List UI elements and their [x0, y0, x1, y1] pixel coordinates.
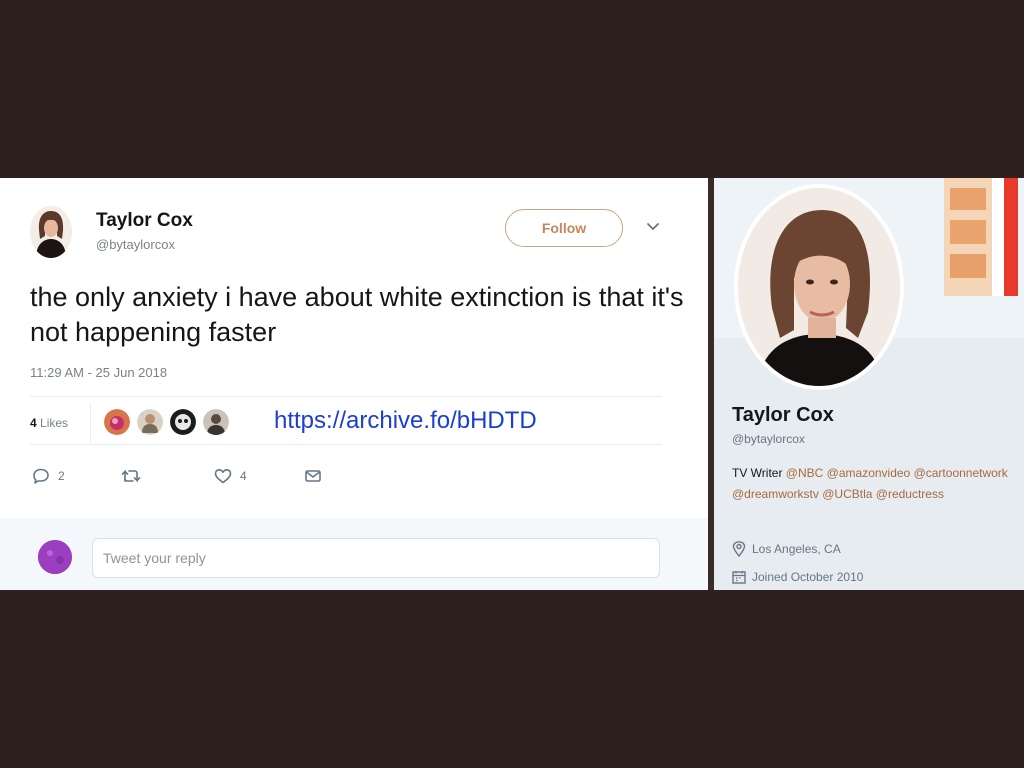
reply-icon — [33, 468, 49, 484]
author-avatar[interactable] — [30, 206, 72, 258]
tweet-card: Taylor Cox @bytaylorcox Follow the only … — [0, 178, 708, 590]
bio-text: TV Writer — [732, 466, 783, 480]
profile-location: Los Angeles, CA — [732, 541, 841, 557]
bio-mention[interactable]: @cartoonnetwork — [914, 466, 1008, 480]
envelope-icon — [305, 470, 321, 482]
profile-card: Taylor Cox @bytaylorcox TV Writer @NBC @… — [714, 178, 1024, 590]
likes-label: Likes — [40, 416, 69, 430]
liker-avatar[interactable] — [104, 409, 130, 435]
author-handle[interactable]: @bytaylorcox — [96, 237, 175, 252]
divider — [30, 396, 662, 397]
like-count: 4 — [240, 469, 247, 483]
tweet-timestamp[interactable]: 11:29 AM - 25 Jun 2018 — [30, 365, 167, 380]
location-text: Los Angeles, CA — [752, 542, 841, 556]
profile-name[interactable]: Taylor Cox — [732, 404, 834, 427]
profile-handle[interactable]: @bytaylorcox — [732, 432, 805, 446]
retweet-action[interactable] — [120, 468, 150, 484]
viewer-avatar[interactable] — [38, 540, 72, 574]
calendar-icon — [732, 571, 746, 584]
archive-link[interactable]: https://archive.fo/bHDTD — [274, 407, 537, 435]
stats-separator — [90, 404, 91, 442]
likes-stat[interactable]: 4 Likes — [30, 416, 68, 430]
heart-icon — [214, 469, 232, 484]
profile-joined: Joined October 2010 — [732, 570, 863, 584]
author-name[interactable]: Taylor Cox — [96, 210, 193, 232]
retweet-icon — [121, 469, 141, 483]
reply-action[interactable]: 2 — [32, 468, 65, 484]
bio-mention[interactable]: @dreamworkstv — [732, 487, 819, 501]
like-action[interactable]: 4 — [214, 468, 247, 484]
profile-bio: TV Writer @NBC @amazonvideo @cartoonnetw… — [732, 463, 1017, 505]
reply-count: 2 — [58, 469, 65, 483]
divider — [30, 444, 662, 445]
joined-text: Joined October 2010 — [752, 570, 864, 584]
message-action[interactable] — [304, 468, 322, 484]
bio-mention[interactable]: @amazonvideo — [827, 466, 911, 480]
reply-input[interactable] — [92, 538, 660, 578]
follow-button[interactable]: Follow — [505, 209, 623, 247]
bio-mention[interactable]: @UCBtla — [822, 487, 872, 501]
bio-mention[interactable]: @reductress — [876, 487, 944, 501]
chevron-down-icon[interactable] — [646, 222, 660, 232]
likers-avatars — [104, 409, 236, 435]
likes-count: 4 — [30, 416, 37, 430]
liker-avatar[interactable] — [137, 409, 163, 435]
screenshot: Taylor Cox @bytaylorcox Follow the only … — [0, 178, 1024, 590]
reply-composer — [0, 518, 708, 590]
tweet-text: the only anxiety i have about white exti… — [30, 282, 684, 347]
profile-avatar[interactable] — [734, 184, 904, 390]
location-pin-icon — [732, 541, 746, 557]
bio-mention[interactable]: @NBC — [786, 466, 824, 480]
liker-avatar[interactable] — [170, 409, 196, 435]
liker-avatar[interactable] — [203, 409, 229, 435]
